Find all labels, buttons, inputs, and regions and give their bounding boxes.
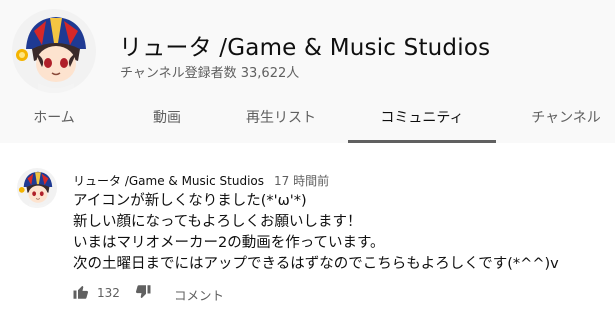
channel-name: リュータ /Game & Music Studios xyxy=(119,35,491,61)
like-button[interactable] xyxy=(72,283,92,305)
thumb-up-icon xyxy=(73,286,89,299)
channel-avatar[interactable] xyxy=(12,9,96,93)
post-timestamp[interactable]: 17 時間前 xyxy=(274,172,329,189)
channel-tabs: ホーム 動画 再生リスト コミュニティ チャンネル xyxy=(0,93,615,143)
subscriber-count: チャンネル登録者数 33,622人 xyxy=(120,66,300,81)
post-line: いまはマリオメーカー2の動画を作っています。 xyxy=(73,235,385,251)
thumb-down-icon xyxy=(135,285,151,298)
post-author-avatar[interactable] xyxy=(17,168,57,208)
tab-community[interactable]: コミュニティ xyxy=(356,93,488,143)
tab-playlists[interactable]: 再生リスト xyxy=(236,93,326,143)
post-author-name[interactable]: リュータ /Game & Music Studios xyxy=(73,172,264,189)
tab-videos[interactable]: 動画 xyxy=(137,93,197,143)
tab-channels[interactable]: チャンネル xyxy=(524,93,608,143)
post-line: 次の土曜日までにはアップできるはずなのでこちらもよろしくです(*^^)v xyxy=(73,256,559,272)
dislike-button[interactable] xyxy=(134,283,154,305)
post-line: アイコンが新しくなりました(*'ω'*) xyxy=(73,193,307,209)
comment-button[interactable]: コメント xyxy=(174,285,224,304)
like-count: 132 xyxy=(97,286,120,300)
post-line: 新しい顔になってもよろしくお願いします！ xyxy=(73,214,362,230)
channel-header: リュータ /Game & Music Studios チャンネル登録者数 33,… xyxy=(0,0,615,143)
post-text: アイコンが新しくなりました(*'ω'*) 新しい顔になってもよろしくお願いします… xyxy=(73,191,613,275)
tab-home[interactable]: ホーム xyxy=(22,93,86,143)
community-post: リュータ /Game & Music Studios 17 時間前 アイコンが新… xyxy=(0,143,615,312)
